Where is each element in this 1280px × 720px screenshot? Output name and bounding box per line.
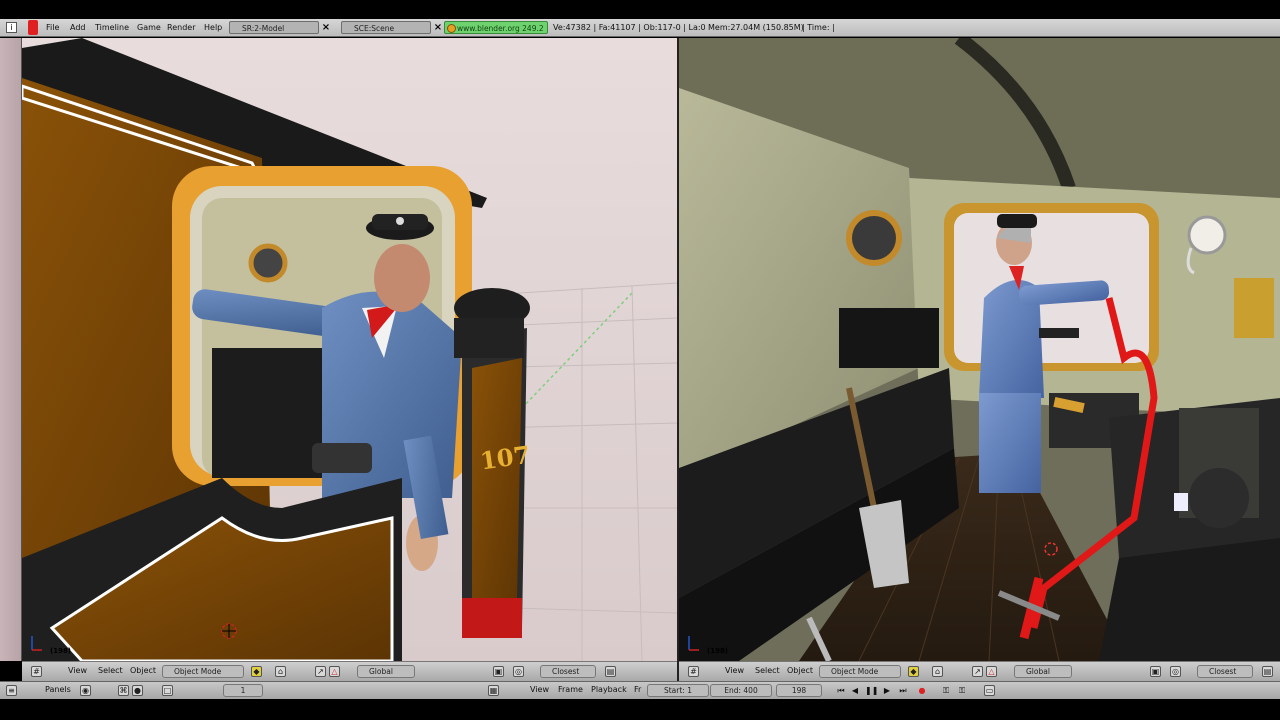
draw-type-icon[interactable]: ◆ bbox=[908, 666, 919, 677]
start-frame-value: Start: 1 bbox=[663, 686, 692, 695]
scene-close-icon[interactable]: × bbox=[432, 21, 444, 34]
jump-start-icon[interactable]: ⏮ bbox=[835, 685, 847, 696]
pivot-icon[interactable]: ⌂ bbox=[932, 666, 943, 677]
screen-close-icon[interactable]: × bbox=[320, 21, 332, 34]
manipulator-icon[interactable]: ↗ bbox=[972, 666, 983, 677]
lock-icon[interactable]: ▣ bbox=[1150, 666, 1161, 677]
scene-name: SCE:Scene bbox=[354, 24, 395, 33]
editing-context-icon[interactable]: □ bbox=[162, 685, 173, 696]
mode-selector[interactable]: Object Mode bbox=[162, 665, 244, 678]
locomotive-exterior-render: 107 bbox=[22, 38, 677, 661]
frame-indicator: (198) bbox=[50, 647, 72, 655]
menu-frame[interactable]: Frame bbox=[558, 685, 583, 694]
current-frame-field[interactable]: 198 bbox=[776, 684, 822, 697]
prev-keyframe-icon[interactable]: ◀ bbox=[849, 685, 861, 696]
rotate-manipulator-icon[interactable]: △ bbox=[986, 666, 997, 677]
mode-label: Object Mode bbox=[174, 667, 222, 676]
menu-select[interactable]: Select bbox=[755, 666, 780, 675]
orientation-selector[interactable]: Global bbox=[1014, 665, 1072, 678]
lock-icon[interactable]: ▣ bbox=[493, 666, 504, 677]
frame-label: Fr bbox=[634, 685, 642, 694]
proportional-edit-icon[interactable]: ◎ bbox=[1170, 666, 1181, 677]
mode-label: Object Mode bbox=[831, 667, 879, 676]
blender-url-badge[interactable]: www.blender.org 249.2 bbox=[444, 21, 548, 34]
panel-index-field[interactable]: 1 bbox=[223, 684, 263, 697]
render-time: | Time: | bbox=[802, 23, 835, 32]
scene-stats: Ve:47382 | Fa:41107 | Ob:117-0 | La:0 bbox=[553, 23, 706, 32]
timeline-header: ≡ Panels ◉ ⌘ ● □ 1 ▦ View Frame Playback… bbox=[0, 681, 1280, 699]
mode-selector[interactable]: Object Mode bbox=[819, 665, 901, 678]
panels-menu[interactable]: Panels bbox=[45, 685, 71, 694]
shading-context-icon[interactable]: ● bbox=[132, 685, 143, 696]
logic-context-icon[interactable]: ◉ bbox=[80, 685, 91, 696]
viewport-left[interactable]: 107 (198) bbox=[22, 38, 677, 661]
blender-url: www.blender.org 249.2 bbox=[457, 24, 544, 33]
snap-selector[interactable]: Closest bbox=[1197, 665, 1253, 678]
orientation-label: Global bbox=[1026, 667, 1050, 676]
scene-selector[interactable]: SCE:Scene bbox=[341, 21, 431, 34]
record-icon[interactable]: ● bbox=[916, 685, 928, 696]
buttons-editor-icon[interactable]: ≡ bbox=[6, 685, 17, 696]
menu-object[interactable]: Object bbox=[130, 666, 156, 675]
menu-object[interactable]: Object bbox=[787, 666, 813, 675]
screen-selector[interactable]: SR:2-Model bbox=[229, 21, 319, 34]
orientation-selector[interactable]: Global bbox=[357, 665, 415, 678]
menu-view[interactable]: View bbox=[725, 666, 744, 675]
end-frame-value: End: 400 bbox=[724, 686, 758, 695]
locomotive-cab-render bbox=[679, 38, 1280, 661]
memory-stats: Mem:27.04M (150.85M) bbox=[708, 23, 804, 32]
menu-file[interactable]: File bbox=[46, 22, 59, 34]
pivot-icon[interactable]: ⌂ bbox=[275, 666, 286, 677]
object-context-icon[interactable]: ⌘ bbox=[118, 685, 129, 696]
snap-label: Closest bbox=[1209, 667, 1237, 676]
menu-help[interactable]: Help bbox=[204, 22, 222, 34]
menu-view[interactable]: View bbox=[530, 685, 549, 694]
snap-label: Closest bbox=[552, 667, 580, 676]
view3d-header-left: # View Select Object Object Mode ◆ ⌂ ↗ △… bbox=[22, 661, 677, 681]
render-preview-icon[interactable]: ▤ bbox=[605, 666, 616, 677]
proportional-edit-icon[interactable]: ◎ bbox=[513, 666, 524, 677]
menu-select[interactable]: Select bbox=[98, 666, 123, 675]
snap-selector[interactable]: Closest bbox=[540, 665, 596, 678]
orientation-label: Global bbox=[369, 667, 393, 676]
jump-end-icon[interactable]: ⏭ bbox=[897, 685, 909, 696]
start-frame-field[interactable]: Start: 1 bbox=[647, 684, 709, 697]
left-tool-strip bbox=[0, 38, 22, 661]
menu-view[interactable]: View bbox=[68, 666, 87, 675]
panel-index-value: 1 bbox=[240, 686, 246, 695]
blender-globe-icon bbox=[447, 24, 456, 33]
manipulator-icon[interactable]: ↗ bbox=[315, 666, 326, 677]
keying-set-icon[interactable]: ⚿ bbox=[956, 685, 968, 696]
next-keyframe-icon[interactable]: ▶ bbox=[881, 685, 893, 696]
menu-timeline[interactable]: Timeline bbox=[95, 22, 129, 34]
sync-icon[interactable]: ▭ bbox=[984, 685, 995, 696]
blender-logo-icon bbox=[28, 20, 38, 35]
current-frame-value: 198 bbox=[791, 686, 807, 695]
rotate-manipulator-icon[interactable]: △ bbox=[329, 666, 340, 677]
render-preview-icon[interactable]: ▤ bbox=[1262, 666, 1273, 677]
screen-name: SR:2-Model bbox=[242, 24, 285, 33]
key-icon[interactable]: ⚿ bbox=[940, 685, 952, 696]
editor-type-icon[interactable]: # bbox=[688, 666, 699, 677]
menu-playback[interactable]: Playback bbox=[591, 685, 627, 694]
timeline-editor-icon[interactable]: ▦ bbox=[488, 685, 499, 696]
viewport-right[interactable]: (198) bbox=[679, 38, 1280, 661]
menu-add[interactable]: Add bbox=[70, 22, 86, 34]
pause-icon[interactable]: ❚❚ bbox=[865, 685, 878, 696]
end-frame-field[interactable]: End: 400 bbox=[710, 684, 772, 697]
info-header: i File Add Timeline Game Render Help SR:… bbox=[0, 19, 1280, 37]
menu-game[interactable]: Game bbox=[137, 22, 161, 34]
view3d-header-right: # View Select Object Object Mode ◆ ⌂ ↗ △… bbox=[679, 661, 1280, 681]
draw-type-icon[interactable]: ◆ bbox=[251, 666, 262, 677]
info-icon[interactable]: i bbox=[6, 22, 17, 33]
menu-render[interactable]: Render bbox=[167, 22, 195, 34]
editor-type-icon[interactable]: # bbox=[31, 666, 42, 677]
frame-indicator: (198) bbox=[707, 647, 729, 655]
